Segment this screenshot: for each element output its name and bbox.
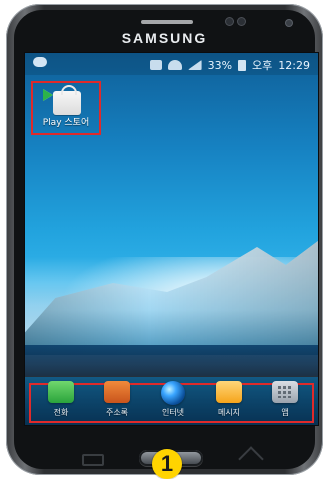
light-sensor (238, 18, 245, 25)
contacts-icon (104, 381, 130, 403)
signal-icon (187, 60, 202, 70)
battery-icon (238, 59, 247, 71)
status-bar: 33% 오후 12:29 (25, 53, 318, 75)
dock-label-messages: 메시지 (217, 408, 241, 417)
wallpaper-water (25, 345, 318, 377)
status-right: 33% 오후 12:29 (149, 57, 310, 73)
apps-icon (272, 381, 298, 403)
dock-item-contacts[interactable]: 주소록 (89, 381, 145, 421)
dock-item-phone[interactable]: 전화 (33, 381, 89, 421)
brand-logo: SAMSUNG (121, 30, 208, 46)
dock-item-internet[interactable]: 인터넷 (145, 381, 201, 421)
play-triangle-icon (43, 89, 53, 101)
alarm-icon (149, 60, 162, 70)
speaker-grill (141, 20, 193, 24)
front-camera (286, 20, 292, 26)
menu-key-icon[interactable] (82, 454, 104, 466)
ampm: 오후 (252, 59, 273, 72)
internet-icon (161, 381, 185, 405)
dock-label-apps: 앱 (281, 408, 289, 417)
wifi-icon (167, 60, 182, 70)
dock: 전화 주소록 인터넷 메시지 앱 (25, 376, 318, 425)
phone-icon (48, 381, 74, 403)
dock-item-messages[interactable]: 메시지 (201, 381, 257, 421)
phone-screen: 33% 오후 12:29 Play 스토어 전화 주소록 인터넷 메시지 앱 (24, 52, 319, 426)
dock-item-apps[interactable]: 앱 (257, 381, 313, 421)
dock-label-contacts: 주소록 (105, 408, 129, 417)
play-store-icon (53, 85, 81, 115)
dock-label-phone: 전화 (53, 408, 69, 417)
messages-icon (216, 381, 242, 403)
play-store-label: Play 스토어 (42, 118, 90, 128)
notification-icon (33, 57, 47, 67)
phone-frame: SAMSUNG 33% 오후 12:29 Play 스토어 전화 주소록 인터넷… (6, 4, 323, 479)
play-store-shortcut[interactable]: Play 스토어 (31, 81, 101, 135)
battery-percent: 33% (207, 58, 233, 72)
proximity-sensor (226, 18, 233, 25)
step-number-badge: 1 (152, 449, 182, 479)
clock: 12:29 (278, 58, 310, 72)
dock-label-internet: 인터넷 (161, 408, 185, 417)
